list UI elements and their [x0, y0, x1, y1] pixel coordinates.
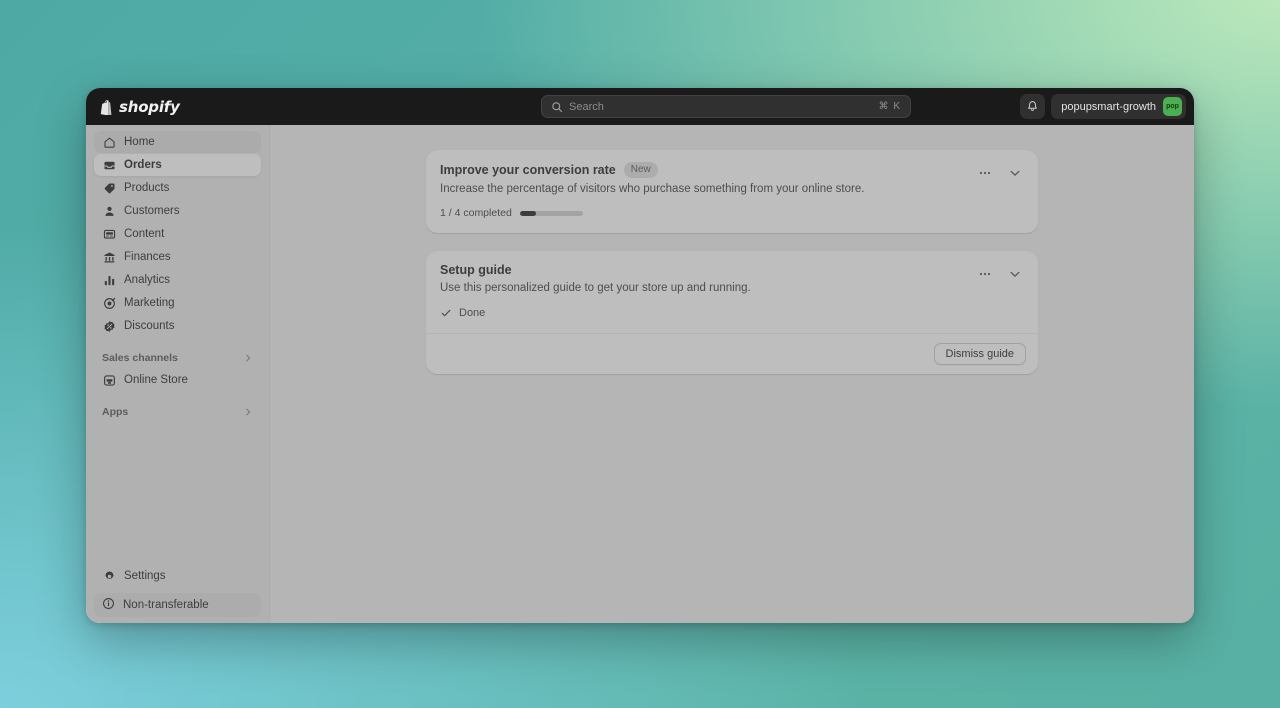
conversion-rate-card: Improve your conversion rate New Increas… [426, 150, 1038, 233]
card-title: Setup guide [440, 263, 512, 277]
more-horizontal-icon [978, 267, 992, 281]
sidebar-item-marketing[interactable]: Marketing [94, 292, 261, 314]
card-header: Improve your conversion rate New [440, 162, 1024, 178]
bell-icon [1026, 100, 1039, 113]
card-content: Improve your conversion rate New Increas… [426, 150, 1038, 233]
global-search-bar[interactable]: ⌘ K [541, 95, 911, 118]
card-content: Setup guide Use this personalized guide … [426, 251, 1038, 333]
chevron-right-icon [243, 407, 253, 417]
progress-bar-fill [520, 211, 536, 216]
search-input[interactable] [569, 101, 873, 113]
sidebar-item-content[interactable]: Content [94, 223, 261, 245]
status-badge-non-transferable[interactable]: Non-transferable [94, 593, 261, 617]
browser-window: shopify ⌘ K popupsmart-growth pop [86, 88, 1194, 623]
card-description: Use this personalized guide to get your … [440, 282, 1024, 294]
sidebar-item-online-store[interactable]: Online Store [94, 369, 261, 391]
chevron-down-icon [1008, 166, 1022, 180]
avatar: pop [1163, 97, 1182, 116]
sidebar-item-settings[interactable]: Settings [94, 565, 261, 587]
status-badge: New [624, 162, 658, 178]
account-menu-button[interactable]: popupsmart-growth pop [1051, 94, 1186, 119]
sidebar-item-label: Finances [124, 251, 171, 263]
sidebar-item-label: Online Store [124, 374, 188, 386]
card-header: Setup guide [440, 263, 1024, 277]
top-bar-right-controls: popupsmart-growth pop [1020, 88, 1186, 125]
info-circle-icon [102, 597, 115, 613]
sidebar-item-analytics[interactable]: Analytics [94, 269, 261, 291]
window-body: Home Orders Products Customers [86, 125, 1194, 623]
sidebar-item-label: Marketing [124, 297, 175, 309]
sidebar-item-finances[interactable]: Finances [94, 246, 261, 268]
sidebar-item-orders[interactable]: Orders [94, 154, 261, 176]
card-description: Increase the percentage of visitors who … [440, 183, 1024, 195]
progress-label: 1 / 4 completed [440, 207, 512, 219]
dismiss-guide-button[interactable]: Dismiss guide [934, 343, 1026, 365]
megaphone-target-icon [102, 297, 116, 310]
sidebar-item-home[interactable]: Home [94, 131, 261, 153]
sidebar-item-label: Home [124, 136, 155, 148]
card-collapse-button[interactable] [1004, 263, 1026, 285]
home-icon [102, 136, 116, 149]
sidebar-footer: Settings Non-transferable [94, 565, 261, 623]
sidebar-item-label: Content [124, 228, 164, 240]
main-content: Improve your conversion rate New Increas… [270, 125, 1194, 623]
done-label: Done [459, 307, 485, 319]
sidebar-section-label: Apps [102, 406, 128, 418]
sidebar-section-apps[interactable]: Apps [94, 401, 261, 423]
sidebar-navigation: Home Orders Products Customers [86, 125, 270, 623]
card-actions [974, 162, 1026, 184]
bar-chart-icon [102, 274, 116, 287]
sidebar-item-label: Discounts [124, 320, 175, 332]
shopify-bag-icon [98, 99, 113, 115]
sidebar-section-sales-channels[interactable]: Sales channels [94, 347, 261, 369]
sidebar-item-label: Orders [124, 159, 162, 171]
chevron-right-icon [243, 353, 253, 363]
account-name: popupsmart-growth [1061, 101, 1156, 113]
shopify-logo[interactable]: shopify [86, 98, 180, 116]
sidebar-item-label: Analytics [124, 274, 170, 286]
sidebar-item-label: Products [124, 182, 169, 194]
sidebar-section-label: Sales channels [102, 352, 178, 364]
sidebar-item-customers[interactable]: Customers [94, 200, 261, 222]
search-shortcut-hint: ⌘ K [879, 101, 901, 112]
card-menu-button[interactable] [974, 162, 996, 184]
sidebar-item-label: Settings [124, 570, 166, 582]
card-actions [974, 263, 1026, 285]
top-navigation-bar: shopify ⌘ K popupsmart-growth pop [86, 88, 1194, 125]
check-icon [440, 307, 452, 319]
bank-icon [102, 251, 116, 264]
discount-badge-icon [102, 320, 116, 333]
person-icon [102, 205, 116, 218]
progress-bar-track [520, 211, 583, 216]
card-footer: Dismiss guide [426, 333, 1038, 374]
status-label: Non-transferable [123, 599, 209, 611]
setup-guide-card: Setup guide Use this personalized guide … [426, 251, 1038, 374]
notifications-button[interactable] [1020, 94, 1045, 119]
search-icon [551, 101, 563, 113]
content-icon [102, 228, 116, 241]
progress-row: 1 / 4 completed [440, 207, 1024, 219]
sidebar-item-label: Customers [124, 205, 180, 217]
sidebar-item-products[interactable]: Products [94, 177, 261, 199]
tag-icon [102, 182, 116, 195]
done-row: Done [440, 307, 1024, 319]
sidebar-item-discounts[interactable]: Discounts [94, 315, 261, 337]
sidebar-spacer [94, 423, 261, 565]
storefront-icon [102, 374, 116, 387]
shopify-wordmark: shopify [119, 98, 180, 116]
chevron-down-icon [1008, 267, 1022, 281]
gear-icon [102, 570, 116, 583]
card-menu-button[interactable] [974, 263, 996, 285]
more-horizontal-icon [978, 166, 992, 180]
card-collapse-button[interactable] [1004, 162, 1026, 184]
card-title: Improve your conversion rate [440, 163, 616, 177]
orders-inbox-icon [102, 159, 116, 172]
